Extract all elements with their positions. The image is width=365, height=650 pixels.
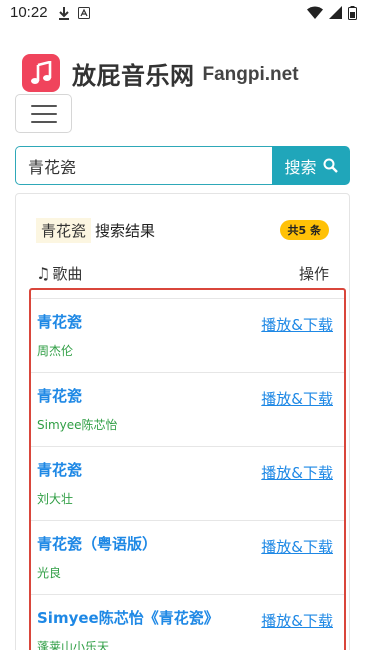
results-card: 青花瓷 搜索结果 共5 条 ♫ 歌曲 操作 青花瓷 周杰伦 播放&下载 青花瓷 … xyxy=(15,193,350,650)
wifi-icon xyxy=(307,6,323,19)
download-icon xyxy=(58,6,69,20)
count-badge: 共5 条 xyxy=(279,220,329,240)
menu-button[interactable] xyxy=(15,94,72,133)
song-artist[interactable]: 光良 xyxy=(37,564,344,581)
song-artist[interactable]: 蓬莱山小乐天 xyxy=(37,638,344,650)
play-download-link[interactable]: 播放&下载 xyxy=(261,536,333,557)
song-artist[interactable]: 刘大壮 xyxy=(37,490,344,507)
search-bar: 搜索 xyxy=(15,146,350,185)
magnifier-icon xyxy=(323,158,338,173)
list-item: Simyee陈芯怡《青花瓷》 蓬莱山小乐天 播放&下载 xyxy=(31,594,344,650)
column-song: 歌曲 xyxy=(52,264,83,283)
site-header: 放屁音乐网 Fangpi.net xyxy=(0,25,365,103)
results-header: 青花瓷 搜索结果 共5 条 xyxy=(16,194,349,244)
song-artist[interactable]: Simyee陈芯怡 xyxy=(37,416,344,433)
music-note-icon xyxy=(31,61,52,84)
column-header: ♫ 歌曲 操作 xyxy=(16,244,349,284)
play-download-link[interactable]: 播放&下载 xyxy=(261,462,333,483)
list-item: 青花瓷（粤语版） 光良 播放&下载 xyxy=(31,520,344,594)
play-download-link[interactable]: 播放&下载 xyxy=(261,314,333,335)
signal-icon xyxy=(329,6,342,19)
notification-a-icon xyxy=(77,6,90,19)
play-download-link[interactable]: 播放&下载 xyxy=(261,388,333,409)
list-item: 青花瓷 Simyee陈芯怡 播放&下载 xyxy=(31,372,344,446)
query-chip: 青花瓷 xyxy=(36,217,92,243)
search-button-label: 搜索 xyxy=(284,157,317,177)
play-download-link[interactable]: 播放&下载 xyxy=(261,610,333,631)
status-time: 10:22 xyxy=(10,4,48,21)
song-artist[interactable]: 周杰伦 xyxy=(37,342,344,359)
results-title: 搜索结果 xyxy=(95,221,156,240)
status-bar: 10:22 xyxy=(0,0,365,25)
logo[interactable] xyxy=(22,54,60,92)
site-title[interactable]: 放屁音乐网 xyxy=(72,56,195,91)
hamburger-icon xyxy=(30,104,57,107)
column-action: 操作 xyxy=(298,264,329,283)
list-item: 青花瓷 周杰伦 播放&下载 xyxy=(31,298,344,372)
music-note-small-icon: ♫ xyxy=(36,263,51,283)
site-domain: Fangpi.net xyxy=(202,64,299,85)
list-item: 青花瓷 刘大壮 播放&下载 xyxy=(31,446,344,520)
results-list: 青花瓷 周杰伦 播放&下载 青花瓷 Simyee陈芯怡 播放&下载 青花瓷 刘大… xyxy=(29,288,346,650)
search-button[interactable]: 搜索 xyxy=(272,146,350,185)
battery-icon xyxy=(348,5,357,20)
search-input[interactable] xyxy=(15,146,272,185)
